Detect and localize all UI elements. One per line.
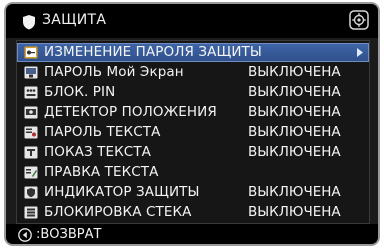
menu-item-value: ВЫКЛЮЧЕНА — [248, 84, 341, 100]
menu-item-label: ПАРОЛЬ Мой Экран — [44, 64, 184, 80]
menu-item-pin-lock[interactable]: БЛОК. PIN ВЫКЛЮЧЕНА — [17, 83, 369, 102]
menu-item-value: ВЫКЛЮЧЕНА — [248, 204, 341, 220]
key-icon — [24, 46, 38, 59]
shield-icon — [23, 15, 35, 30]
menu-item-label: ПАРОЛЬ ТЕКСТА — [44, 124, 161, 140]
menu-item-stack-lock[interactable]: БЛОКИРОВКА СТЕКА ВЫКЛЮЧЕНА — [17, 203, 369, 222]
pin-icon — [24, 86, 38, 99]
menu-item-my-screen-password[interactable]: ПАРОЛЬ Мой Экран ВЫКЛЮЧЕНА — [17, 63, 369, 82]
menu-item-value: ВЫКЛЮЧЕНА — [248, 104, 341, 120]
menu-item-text-display[interactable]: ПОКАЗ ТЕКСТА ВЫКЛЮЧЕНА — [17, 143, 369, 162]
text-password-icon — [24, 126, 38, 139]
menu-item-label: ПОКАЗ ТЕКСТА — [44, 144, 152, 160]
stack-lock-icon — [24, 206, 38, 219]
menu-item-text-edit[interactable]: ПРАВКА ТЕКСТА — [17, 163, 369, 182]
menu-item-change-password[interactable]: ИЗМЕНЕНИЕ ПАРОЛЯ ЗАЩИТЫ — [17, 43, 369, 62]
menu-item-label: ПРАВКА ТЕКСТА — [44, 164, 159, 180]
menu-item-position-detector[interactable]: ДЕТЕКТОР ПОЛОЖЕНИЯ ВЫКЛЮЧЕНА — [17, 103, 369, 122]
move-icon[interactable] — [349, 10, 369, 30]
menu-item-label: ИЗМЕНЕНИЕ ПАРОЛЯ ЗАЩИТЫ — [44, 44, 262, 60]
menu-item-label: БЛОК. PIN — [44, 84, 116, 100]
menu-item-text-password[interactable]: ПАРОЛЬ ТЕКСТА ВЫКЛЮЧЕНА — [17, 123, 369, 142]
back-label[interactable]: :ВОЗВРАТ — [36, 227, 101, 242]
menu-item-label: БЛОКИРОВКА СТЕКА — [44, 204, 192, 220]
menu-item-security-indicator[interactable]: ИНДИКАТОР ЗАЩИТЫ ВЫКЛЮЧЕНА — [17, 183, 369, 202]
menu-item-label: ДЕТЕКТОР ПОЛОЖЕНИЯ — [44, 104, 217, 120]
security-menu-list: ИЗМЕНЕНИЕ ПАРОЛЯ ЗАЩИТЫ ПАРОЛЬ Мой Экран… — [16, 40, 370, 224]
screen-lock-icon — [24, 66, 38, 79]
menu-item-value: ВЫКЛЮЧЕНА — [248, 64, 341, 80]
osd-window: ЗАЩИТА ИЗМЕНЕНИЕ ПАРОЛЯ ЗАЩИТЫ ПАРОЛЬ Мо… — [4, 2, 380, 246]
menu-title: ЗАЩИТА — [42, 12, 107, 28]
menu-item-value: ВЫКЛЮЧЕНА — [248, 124, 341, 140]
menu-item-label: ИНДИКАТОР ЗАЩИТЫ — [44, 184, 200, 200]
menu-item-value: ВЫКЛЮЧЕНА — [248, 184, 341, 200]
security-indicator-icon — [24, 186, 38, 199]
submenu-arrow-icon — [357, 48, 363, 57]
footer-bar: :ВОЗВРАТ — [6, 224, 378, 244]
title-bar: ЗАЩИТА — [6, 4, 378, 38]
menu-item-value: ВЫКЛЮЧЕНА — [248, 144, 341, 160]
left-arrow-icon[interactable] — [18, 228, 32, 242]
text-edit-icon — [24, 166, 38, 179]
detector-icon — [24, 106, 38, 119]
text-display-icon — [24, 146, 38, 159]
